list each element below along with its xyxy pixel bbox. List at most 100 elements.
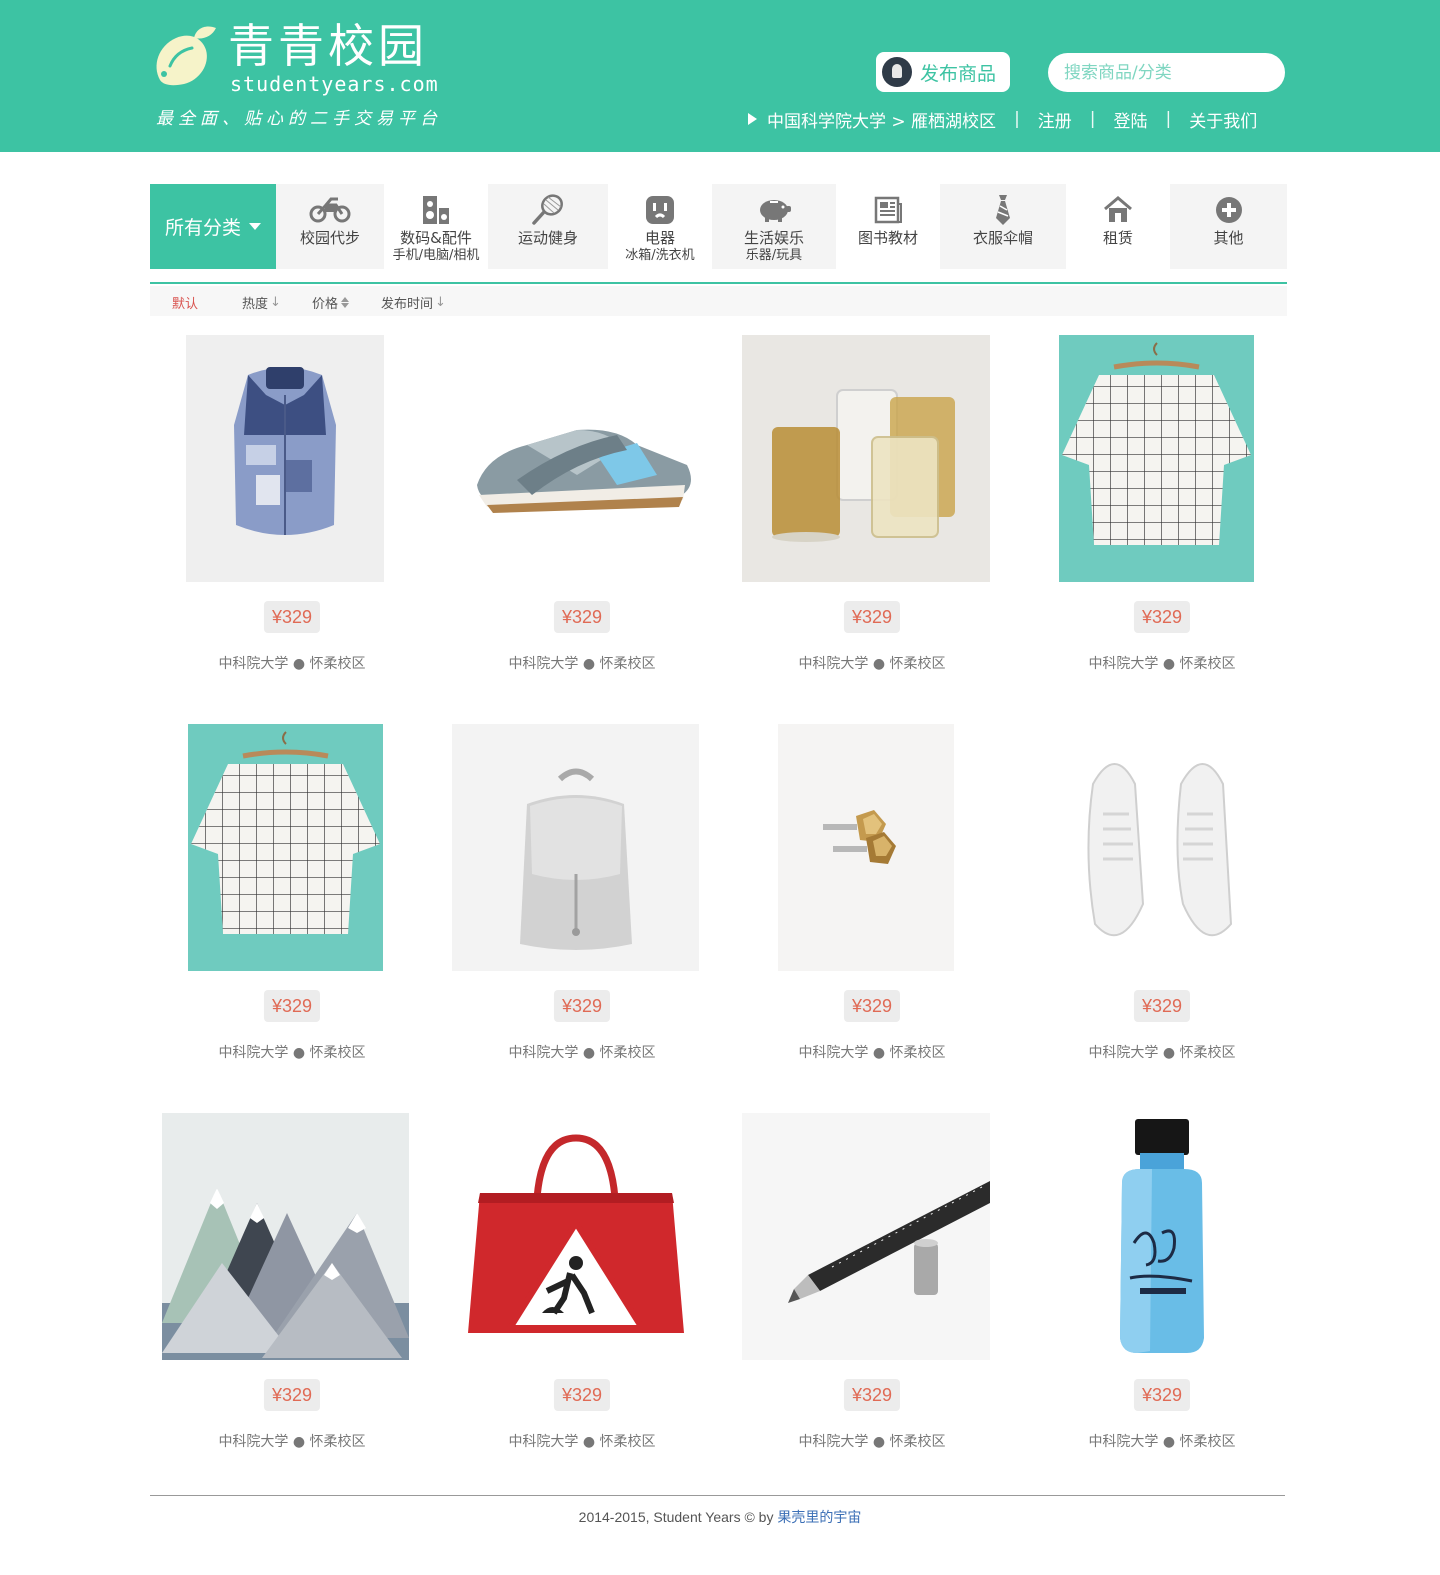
- sort-default[interactable]: 默认: [172, 293, 198, 312]
- product-card[interactable]: ¥329 中科院大学 ● 怀柔校区: [147, 335, 437, 695]
- power-outlet-icon: [645, 194, 675, 226]
- sort-hot[interactable]: 热度 ↓: [242, 293, 281, 312]
- product-card[interactable]: ¥329 中科院大学 ● 怀柔校区: [1017, 1113, 1307, 1473]
- category-item-entertainment[interactable]: 生活娱乐 乐器/玩具: [712, 184, 836, 269]
- product-card[interactable]: ¥329 中科院大学 ● 怀柔校区: [437, 1113, 727, 1473]
- product-location: 中科院大学 ● 怀柔校区: [508, 1045, 656, 1061]
- product-price: ¥329: [553, 990, 611, 1022]
- category-item-clothing[interactable]: 衣服伞帽: [940, 184, 1066, 269]
- product-image-mountain-pillows[interactable]: [162, 1113, 409, 1360]
- category-item-books[interactable]: 图书教材: [836, 184, 940, 269]
- category-item-transport[interactable]: 校园代步: [276, 184, 384, 269]
- category-label: 生活娱乐: [743, 229, 804, 247]
- site-logo[interactable]: 青青校园 studentyears.com 最全面、贴心的二手交易平台: [150, 18, 450, 129]
- login-link[interactable]: 登陆: [1114, 107, 1148, 132]
- arrow-down-icon: ↓: [270, 295, 281, 310]
- site-title: 青青校园: [228, 19, 428, 73]
- product-price: ¥329: [843, 1379, 901, 1411]
- sort-hot-label: 热度: [242, 297, 269, 312]
- rocket-icon: [882, 57, 912, 87]
- plus-circle-icon: [1215, 194, 1243, 226]
- product-price: ¥329: [553, 601, 611, 633]
- sort-default-label: 默认: [172, 297, 199, 312]
- product-image-shampoo-bottle[interactable]: [1092, 1113, 1232, 1360]
- publish-button-label: 发布商品: [920, 62, 997, 85]
- product-price: ¥329: [843, 601, 901, 633]
- sort-time[interactable]: 发布时间 ↓: [381, 293, 446, 312]
- sort-time-label: 发布时间: [381, 297, 434, 312]
- category-label: 电器: [644, 229, 675, 247]
- publish-button[interactable]: 发布商品: [876, 52, 1010, 92]
- category-item-digital[interactable]: 数码&配件 手机/电脑/相机: [384, 184, 488, 269]
- category-item-sports[interactable]: 运动健身: [488, 184, 608, 269]
- product-price: ¥329: [263, 601, 321, 633]
- product-card[interactable]: ¥329 中科院大学 ● 怀柔校区: [437, 724, 727, 1084]
- product-image-sneaker[interactable]: [457, 335, 707, 582]
- sort-bar: 默认 热度 ↓ 价格 发布时间 ↓: [150, 286, 1287, 316]
- category-label: 租赁: [1102, 229, 1133, 247]
- product-location: 中科院大学 ● 怀柔校区: [1088, 1045, 1236, 1061]
- category-label: 数码&配件: [400, 229, 472, 247]
- register-link[interactable]: 注册: [1038, 107, 1072, 132]
- category-bar: 所有分类 校园代步 数码&配件 手机/电脑/相机 运动健身 电器 冰箱/洗衣机 …: [150, 184, 1287, 269]
- product-card[interactable]: ¥329 中科院大学 ● 怀柔校区: [147, 1113, 437, 1473]
- product-card[interactable]: ¥329 中科院大学 ● 怀柔校区: [727, 724, 1017, 1084]
- product-card[interactable]: ¥329 中科院大学 ● 怀柔校区: [1017, 335, 1307, 695]
- footer-author-link[interactable]: 果壳里的宇宙: [777, 1509, 861, 1525]
- category-sublabel: 冰箱/洗衣机: [625, 248, 695, 263]
- site-domain: studentyears.com: [230, 72, 439, 96]
- nav-separator: |: [1089, 109, 1096, 129]
- site-footer: 2014-2015, Student Years © by 果壳里的宇宙: [0, 1507, 1440, 1527]
- category-divider: [150, 282, 1287, 284]
- site-header: 青青校园 studentyears.com 最全面、贴心的二手交易平台 发布商品…: [0, 0, 1440, 152]
- category-item-appliances[interactable]: 电器 冰箱/洗衣机: [608, 184, 712, 269]
- nav-separator: |: [1165, 109, 1172, 129]
- product-image-ruler-pen[interactable]: [742, 1113, 990, 1360]
- product-price: ¥329: [1133, 601, 1191, 633]
- product-price: ¥329: [843, 990, 901, 1022]
- speaker-icon: [421, 194, 451, 226]
- play-triangle-icon: [748, 113, 757, 125]
- product-location: 中科院大学 ● 怀柔校区: [798, 1434, 946, 1450]
- product-price: ¥329: [263, 1379, 321, 1411]
- product-location: 中科院大学 ● 怀柔校区: [1088, 656, 1236, 672]
- sort-price[interactable]: 价格: [312, 293, 350, 312]
- top-nav: 中国科学院大学 > 雁栖湖校区 | 注册 | 登陆 | 关于我们: [748, 106, 1257, 132]
- product-image-grid-shirt[interactable]: [1059, 335, 1254, 582]
- product-image-earrings[interactable]: [778, 724, 954, 971]
- category-sublabel: 手机/电脑/相机: [392, 248, 480, 263]
- product-price: ¥329: [1133, 1379, 1191, 1411]
- product-location: 中科院大学 ● 怀柔校区: [218, 1045, 366, 1061]
- product-location: 中科院大学 ● 怀柔校区: [798, 1045, 946, 1061]
- product-location: 中科院大学 ● 怀柔校区: [1088, 1434, 1236, 1450]
- product-image-glass-cups[interactable]: [742, 335, 990, 582]
- product-image-white-sneakers[interactable]: [1063, 724, 1253, 971]
- category-item-rental[interactable]: 租赁: [1066, 184, 1170, 269]
- campus-selector[interactable]: 中国科学院大学 > 雁栖湖校区: [767, 107, 996, 132]
- motorbike-icon: [309, 194, 351, 226]
- nav-separator: |: [1014, 109, 1020, 129]
- product-location: 中科院大学 ● 怀柔校区: [508, 656, 656, 672]
- category-item-other[interactable]: 其他: [1170, 184, 1287, 269]
- product-card[interactable]: ¥329 中科院大学 ● 怀柔校区: [437, 335, 727, 695]
- product-image-grid-shirt[interactable]: [188, 724, 383, 971]
- tennis-racket-icon: [531, 194, 565, 226]
- product-image-red-handbag[interactable]: [452, 1113, 699, 1360]
- category-sublabel: 乐器/玩具: [745, 248, 803, 263]
- about-link[interactable]: 关于我们: [1189, 107, 1257, 132]
- necktie-icon: [992, 194, 1014, 226]
- product-location: 中科院大学 ● 怀柔校区: [218, 1434, 366, 1450]
- product-card[interactable]: ¥329 中科院大学 ● 怀柔校区: [727, 1113, 1017, 1473]
- product-image-backpack[interactable]: [452, 724, 699, 971]
- product-card[interactable]: ¥329 中科院大学 ● 怀柔校区: [1017, 724, 1307, 1084]
- sort-both-icon: [341, 297, 350, 308]
- product-location: 中科院大学 ● 怀柔校区: [508, 1434, 656, 1450]
- all-categories-dropdown[interactable]: 所有分类: [150, 184, 276, 269]
- product-price: ¥329: [553, 1379, 611, 1411]
- footer-divider: [150, 1495, 1285, 1496]
- product-location: 中科院大学 ● 怀柔校区: [798, 656, 946, 672]
- product-card[interactable]: ¥329 中科院大学 ● 怀柔校区: [727, 335, 1017, 695]
- product-image-vest[interactable]: [186, 335, 384, 582]
- product-card[interactable]: ¥329 中科院大学 ● 怀柔校区: [147, 724, 437, 1084]
- search-input[interactable]: [1048, 53, 1285, 92]
